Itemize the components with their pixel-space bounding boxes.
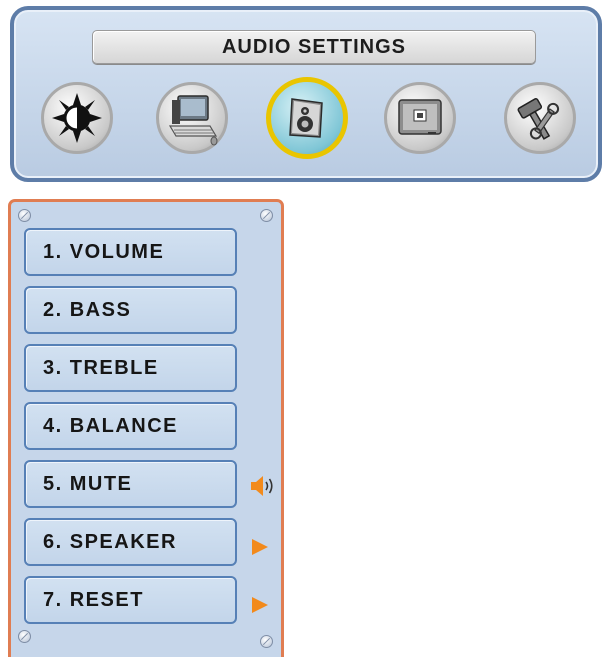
screw-icon [260, 635, 273, 648]
brightness-sun-icon [52, 93, 102, 143]
menu-item-mute[interactable]: 5. MUTE [24, 460, 237, 508]
tab-pc[interactable] [156, 82, 228, 154]
screw-icon [260, 209, 273, 222]
computer-keyboard-icon [168, 95, 218, 146]
menu-item-speaker[interactable]: 6. SPEAKER [24, 518, 237, 566]
tab-tv[interactable] [384, 82, 456, 154]
settings-category-panel: AUDIO SETTINGS [10, 6, 602, 182]
play-arrow-icon[interactable] [250, 537, 270, 557]
hammer-wrench-tools-icon [517, 98, 560, 140]
play-arrow-icon[interactable] [250, 595, 270, 615]
tv-screen-icon [398, 99, 442, 135]
menu-item-reset[interactable]: 7. RESET [24, 576, 237, 624]
tab-picture[interactable] [41, 82, 113, 154]
tab-tools[interactable] [504, 82, 576, 154]
screw-icon [18, 209, 31, 222]
page-title: AUDIO SETTINGS [92, 30, 536, 64]
screw-icon [18, 630, 31, 643]
tab-audio[interactable] [266, 77, 348, 159]
speaker-sound-icon [251, 476, 273, 496]
menu-item-balance[interactable]: 4. BALANCE [24, 402, 237, 450]
menu-item-volume[interactable]: 1. VOLUME [24, 228, 237, 276]
speaker-box-icon [289, 98, 323, 138]
menu-item-bass[interactable]: 2. BASS [24, 286, 237, 334]
menu-item-treble[interactable]: 3. TREBLE [24, 344, 237, 392]
audio-menu-panel: 1. VOLUME 2. BASS 3. TREBLE 4. BALANCE 5… [8, 199, 284, 657]
